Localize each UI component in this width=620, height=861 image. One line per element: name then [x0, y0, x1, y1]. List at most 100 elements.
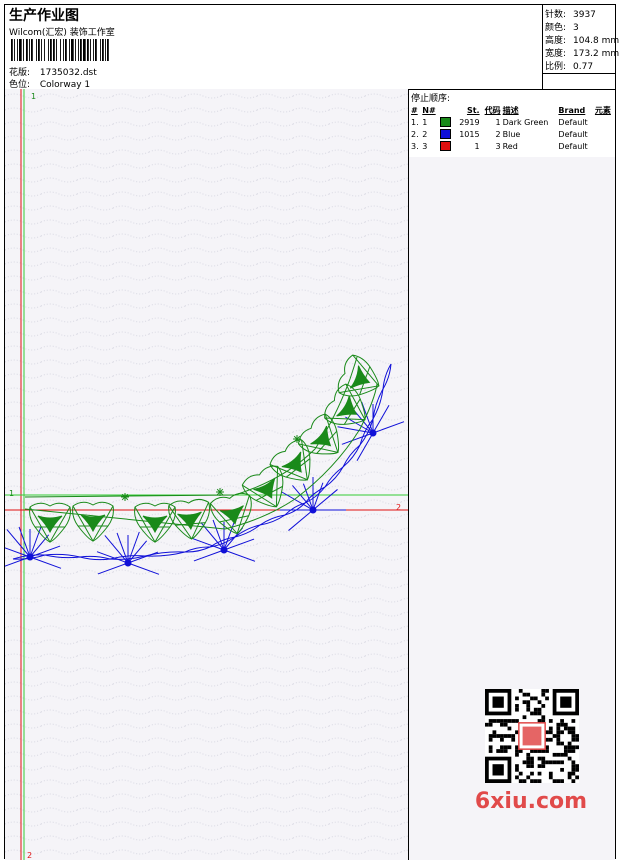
guide-top-mark: 1 — [31, 92, 37, 101]
stop-sequence-table: # N# St. 代码 描述 Brand 元素 1. 1 2919 1 Dark… — [410, 105, 615, 152]
row-code: 2 — [495, 129, 501, 139]
barcode-bar — [80, 39, 82, 61]
barcode-bar — [44, 39, 45, 61]
barcode-bar — [14, 39, 15, 61]
col-color-swatch — [439, 105, 454, 116]
row-stitches: 1015 — [459, 129, 480, 139]
row-description: Dark Green — [502, 117, 549, 127]
barcode-bar — [100, 39, 101, 61]
barcode-bar — [26, 39, 28, 61]
barcode-bar — [90, 39, 91, 61]
starburst-center — [26, 553, 34, 561]
row-swatch-cell — [439, 128, 454, 140]
small-star — [293, 435, 301, 443]
header-info: 生产作业图 Wilcom(汇宏) 装饰工作室 花版: 1735032.dst 色… — [7, 5, 541, 90]
barcode-bar — [78, 39, 79, 61]
row-needle: 1 — [422, 117, 428, 127]
col-needle: N# — [422, 106, 436, 115]
barcode-bar — [65, 39, 67, 61]
col-element: 元素 — [594, 106, 611, 115]
fabric-texture — [5, 89, 408, 860]
row-index: 1. — [411, 117, 419, 127]
sheet-header: 生产作业图 Wilcom(汇宏) 装饰工作室 花版: 1735032.dst 色… — [5, 5, 619, 90]
row-swatch-cell — [439, 140, 454, 152]
row-index: 2. — [411, 129, 419, 139]
stat-stitches: 针数: 3937 — [545, 7, 596, 20]
barcode-bar — [23, 39, 24, 61]
col-code: 代码 — [484, 106, 501, 115]
row-code: 1 — [495, 117, 501, 127]
stat-stitches-label: 针数: — [545, 10, 567, 20]
stat-width: 宽度: 173.2 mm — [545, 46, 619, 59]
qr-code — [485, 689, 579, 783]
stat-height: 高度: 104.8 mm — [545, 33, 619, 46]
color-swatch — [440, 141, 452, 151]
row-stitches: 2919 — [459, 117, 480, 127]
stats-panel: 针数: 3937 颜色: 3 高度: 104.8 mm 宽度: 173.2 mm 比例:… — [542, 5, 619, 89]
row-brand: Default — [558, 141, 588, 151]
barcode-bar — [36, 39, 37, 61]
row-element — [594, 116, 615, 128]
col-brand: Brand — [558, 106, 586, 115]
barcode-bar — [71, 39, 74, 61]
stat-height-label: 高度: — [545, 36, 567, 46]
starburst-center — [124, 559, 132, 567]
barcode-bar — [87, 39, 89, 61]
barcode-bar — [83, 39, 86, 61]
watermark-site: 6xiu.com — [474, 789, 588, 814]
color-swatch — [440, 117, 452, 127]
barcode-bar — [29, 39, 30, 61]
barcode-bar — [48, 39, 49, 61]
barcode-bar — [50, 39, 52, 61]
stat-width-label: 宽度: — [545, 49, 567, 59]
barcode-bar — [102, 39, 104, 61]
small-star — [121, 493, 129, 501]
stat-colors-label: 颜色: — [545, 23, 567, 33]
stat-stitches-value: 3937 — [573, 10, 596, 20]
stop-sequence-panel: 停止顺序: # N# St. 代码 描述 Brand 元素 1. 1 2919 … — [409, 89, 615, 158]
production-sheet: 生产作业图 Wilcom(汇宏) 装饰工作室 花版: 1735032.dst 色… — [4, 4, 619, 860]
stat-scale-label: 比例: — [545, 62, 567, 72]
table-row: 3. 3 1 3 Red Default — [410, 140, 615, 152]
stat-width-value: 173.2 mm — [573, 49, 620, 59]
guide-left-mark: 1 — [9, 489, 15, 498]
embroidery-canvas — [5, 89, 408, 860]
row-description: Red — [502, 141, 518, 151]
watermark: 6xiu.com — [472, 685, 590, 825]
stat-scale: 比例: 0.77 — [545, 59, 593, 72]
barcode — [11, 39, 109, 61]
table-row: 2. 2 1015 2 Blue Default — [410, 128, 615, 140]
barcode-bar — [38, 39, 40, 61]
starburst-center — [220, 546, 228, 554]
barcode-bar — [17, 39, 18, 61]
stats-divider — [543, 73, 615, 74]
barcode-bar — [19, 39, 22, 61]
row-swatch-cell — [439, 116, 454, 128]
barcode-bar — [11, 39, 13, 61]
row-brand: Default — [558, 129, 588, 139]
table-row: 1. 1 2919 1 Dark Green Default — [410, 116, 615, 128]
col-index: # — [411, 106, 418, 115]
stat-colors-value: 3 — [573, 23, 579, 33]
small-star — [216, 488, 224, 496]
starburst-center — [309, 506, 317, 514]
barcode-bar — [63, 39, 64, 61]
col-stitches: St. — [466, 106, 480, 115]
row-index: 3. — [411, 141, 419, 151]
guide-bottom-mark: 2 — [27, 851, 33, 860]
table-header-row: # N# St. 代码 描述 Brand 元素 — [410, 105, 615, 116]
barcode-bar — [95, 39, 97, 61]
studio-name: Wilcom(汇宏) 装饰工作室 — [9, 28, 115, 38]
row-brand: Default — [558, 117, 588, 127]
barcode-bar — [93, 39, 94, 61]
barcode-bar — [41, 39, 42, 61]
barcode-bar — [69, 39, 70, 61]
embroidery-design-area: 1 1 2 2 — [5, 89, 409, 860]
stat-scale-value: 0.77 — [573, 62, 594, 72]
row-element — [594, 128, 615, 140]
stop-sequence-title: 停止顺序: — [411, 94, 451, 104]
row-element — [594, 140, 615, 152]
stat-height-value: 104.8 mm — [573, 36, 620, 46]
barcode-bar — [107, 39, 109, 61]
row-needle: 3 — [422, 141, 428, 151]
